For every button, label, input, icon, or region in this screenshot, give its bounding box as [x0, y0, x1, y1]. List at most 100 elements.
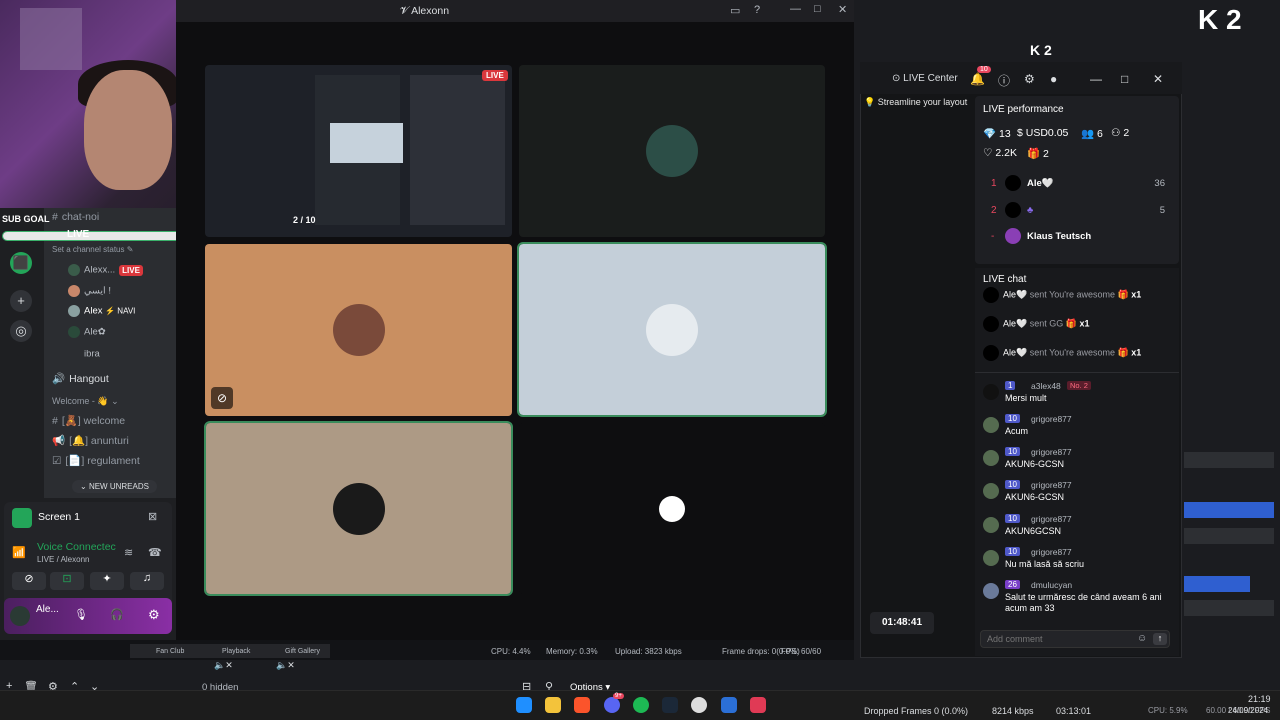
file-explorer-icon[interactable]	[545, 697, 561, 713]
close-screen-icon[interactable]: ⊠	[148, 510, 157, 523]
participant-tile[interactable]	[205, 244, 512, 416]
avatar	[1005, 175, 1021, 191]
tab-playback[interactable]: Playback	[222, 648, 250, 655]
share-screen-button[interactable]: ⊡	[50, 572, 84, 590]
help-icon[interactable]: ?	[754, 4, 760, 16]
settings-gear-icon[interactable]: ⚙	[148, 607, 160, 623]
disconnect-icon[interactable]: ☎	[148, 546, 162, 559]
layout-tip[interactable]: 💡 Streamline your layout	[864, 97, 967, 108]
activities-button[interactable]: ✦	[90, 572, 124, 590]
voice-user[interactable]: ايسي !	[68, 285, 111, 297]
tab-fan-club[interactable]: Fan Club	[156, 648, 184, 655]
diamonds-stat: 💎 13	[983, 128, 1011, 140]
stream-titlebar	[176, 0, 854, 22]
server-icon[interactable]: ⬛	[10, 252, 32, 274]
clock-time: 21:19	[1248, 694, 1271, 704]
rank-number: 1	[991, 178, 997, 189]
avatar	[1005, 202, 1021, 218]
voice-user[interactable]: Alexx... LIVE	[68, 264, 143, 276]
likes-stat: ♡ 2.2K	[983, 147, 1017, 159]
channel-regulament[interactable]: ☑ [📄] regulament	[52, 454, 140, 467]
rank-name[interactable]: Ale🤍	[1027, 178, 1054, 189]
new-unreads-pill[interactable]: ⌄ NEW UNREADS	[72, 480, 157, 493]
server-rail: ⬛ + ◎	[0, 252, 40, 352]
comment-box: ☺ ↑	[980, 630, 1170, 648]
mute-icon[interactable]: 🔈✕	[276, 660, 295, 671]
memory-stat: Memory: 0.3%	[546, 647, 598, 656]
chat-heading: LIVE chat	[983, 274, 1027, 285]
windows-start-icon[interactable]	[516, 697, 532, 713]
close-icon[interactable]: ✕	[1153, 72, 1163, 86]
bitrate: 8214 kbps	[992, 706, 1034, 716]
performance-heading: LIVE performance	[983, 104, 1064, 115]
gift-message: Ale🤍 sent You're awesome 🎁 x1	[983, 287, 1141, 303]
obs-icon[interactable]	[691, 697, 707, 713]
notification-bell-icon[interactable]: 🔔	[970, 72, 985, 86]
joined-stat: ⚇ 2	[1111, 127, 1130, 139]
live-center-title: ⊙ LIVE Center	[892, 73, 958, 84]
participant-tile[interactable]	[204, 421, 513, 596]
channel-status[interactable]: Set a channel status ✎	[52, 245, 133, 254]
explore-icon[interactable]: ◎	[10, 320, 32, 342]
avatar	[1005, 228, 1021, 244]
rank-name[interactable]: Klaus Teutsch	[1027, 231, 1091, 242]
help-icon[interactable]: ⓘ	[998, 72, 1010, 89]
screen-icon	[12, 508, 32, 528]
add-server-icon[interactable]: +	[10, 290, 32, 312]
steam-icon[interactable]	[662, 697, 678, 713]
rank-name[interactable]: ♣	[1027, 205, 1033, 216]
soundboard-button[interactable]: ♫	[130, 572, 164, 590]
headset-icon[interactable]: 🎧	[110, 608, 124, 621]
obs-bottom-bar: Fan Club Playback Gift Gallery + 🗑 ⚙ ⌃ ⌄…	[0, 644, 1280, 693]
gifts-stat: 🎁 2	[1027, 148, 1049, 160]
voice-connected-label: Voice Connectec	[37, 541, 116, 553]
noise-icon[interactable]: ≋	[124, 546, 133, 559]
close-icon[interactable]: ✕	[838, 3, 847, 16]
mic-icon[interactable]: 🎙	[74, 608, 88, 621]
channel-anunturi[interactable]: 📢 [🔔] anunturi	[52, 434, 129, 447]
category-welcome[interactable]: Welcome - 👋 ⌄	[52, 396, 119, 407]
rank-number: 2	[991, 205, 997, 216]
live-chat: LIVE chat Ale🤍 sent You're awesome 🎁 x1 …	[975, 268, 1179, 656]
channel-chat-noi[interactable]: # chat-noi	[52, 211, 99, 223]
participant-tile-active[interactable]	[517, 242, 827, 417]
stream-title: 𝓥 Alexonn	[400, 5, 450, 17]
minimize-icon[interactable]: —	[1090, 72, 1102, 86]
minimize-icon[interactable]: —	[790, 3, 801, 15]
gift-message: Ale🤍 sent You're awesome 🎁 x1	[983, 345, 1141, 361]
discord-icon[interactable]	[604, 697, 620, 713]
live-timer: 01:48:41	[870, 612, 934, 634]
video-hidden-icon[interactable]: ⊘	[211, 387, 233, 409]
obs-tab-bar: Fan Club Playback Gift Gallery	[130, 644, 330, 658]
voice-user[interactable]: ibra	[68, 348, 100, 360]
participant-tile[interactable]	[519, 65, 825, 237]
voice-user[interactable]: Ale✿	[68, 326, 106, 338]
upload-stat: Upload: 3823 kbps	[615, 647, 682, 656]
maximize-icon[interactable]: □	[1121, 72, 1128, 86]
tab-gift-gallery[interactable]: Gift Gallery	[285, 648, 320, 655]
avatar[interactable]	[10, 606, 30, 626]
maximize-icon[interactable]: □	[814, 3, 821, 15]
app-icon[interactable]	[721, 697, 737, 713]
camera-off-button[interactable]: ⊘	[12, 572, 46, 590]
screen-share-tile[interactable]	[205, 65, 512, 237]
pip-icon[interactable]: ▭	[730, 4, 740, 17]
brave-browser-icon[interactable]	[574, 697, 590, 713]
tiktok-live-icon[interactable]	[750, 697, 766, 713]
comment-input[interactable]	[981, 631, 1131, 647]
voice-user[interactable]: Alex ⚡ NAVI	[68, 305, 135, 317]
fps-stat: FPS: 60/60	[781, 647, 822, 656]
mute-icon[interactable]: 🔈✕	[214, 660, 233, 671]
channel-hangout[interactable]: 🔊 Hangout	[52, 372, 109, 385]
participant-tile[interactable]	[519, 423, 825, 594]
channel-welcome[interactable]: # [🧸] welcome	[52, 414, 125, 427]
user-name: Ale...	[36, 604, 59, 615]
settings-icon[interactable]: ⚙	[1024, 72, 1035, 86]
notification-badge: 10	[977, 66, 991, 73]
profile-icon[interactable]: ●	[1050, 72, 1057, 86]
gift-message: Ale🤍 sent GG 🎁 x1	[983, 316, 1089, 332]
emoji-icon[interactable]: ☺	[1137, 633, 1147, 644]
spotify-icon[interactable]	[633, 697, 649, 713]
send-icon[interactable]: ↑	[1153, 633, 1167, 645]
kick-logo-small: K 2	[1030, 42, 1052, 58]
